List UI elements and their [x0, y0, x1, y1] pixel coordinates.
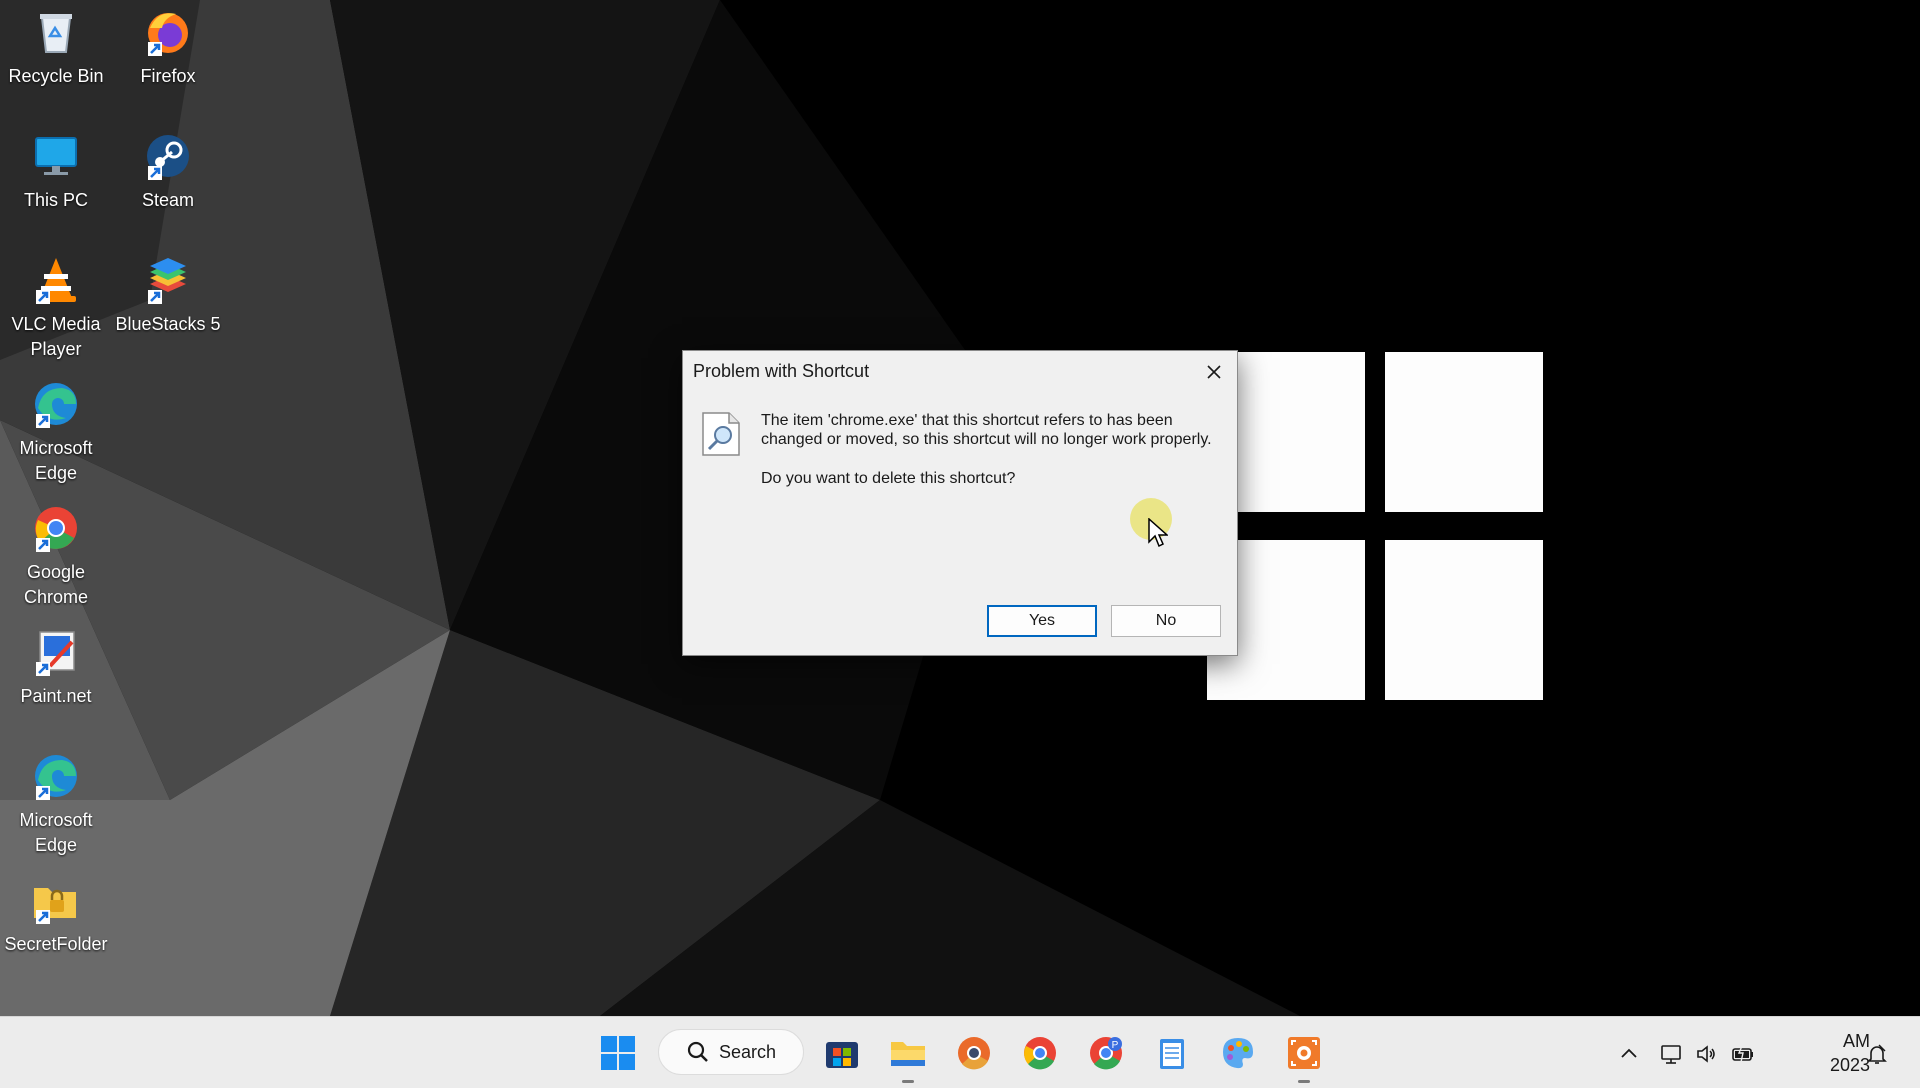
chrome-icon [1024, 1037, 1056, 1070]
clock-time: AM [1843, 1031, 1870, 1051]
microsoft-store-icon [826, 1042, 858, 1068]
desktop-icon-label: This PC [23, 190, 88, 210]
desktop-icon-label: Firefox [140, 66, 196, 86]
bluestacks-icon [148, 258, 186, 304]
volume-icon [1697, 1045, 1715, 1063]
desktop-icon-firefox[interactable]: Firefox [112, 6, 224, 89]
desktop-icon-recycle-bin[interactable]: Recycle Bin [0, 6, 112, 89]
battery-icon [1732, 1045, 1753, 1063]
no-button[interactable]: No [1111, 605, 1221, 637]
notification-center-button[interactable] [1864, 1041, 1890, 1067]
desktop-icon-label: SecretFolder [4, 934, 108, 954]
secretfolder-icon [34, 888, 76, 924]
search-label: Search [719, 1041, 777, 1062]
dialog-question: Do you want to delete this shortcut? [761, 470, 1016, 487]
this-pc-icon [35, 137, 77, 175]
search-icon [687, 1041, 708, 1062]
file-search-icon [702, 412, 740, 456]
edge-icon [35, 383, 77, 428]
clock-year: 2023 [1829, 1055, 1870, 1075]
chrome-profile-icon: P [1090, 1037, 1122, 1070]
recorder-icon [1288, 1037, 1320, 1069]
running-indicator [1298, 1080, 1310, 1083]
chevron-up-icon [1621, 1048, 1637, 1058]
taskbar-recorder[interactable] [1284, 1033, 1324, 1083]
desktop-icon-chrome[interactable]: Google Chrome [0, 502, 112, 610]
recycle-bin-icon [40, 14, 72, 53]
desktop-icon-label: BlueStacks 5 [115, 314, 221, 334]
network-icon [1661, 1045, 1681, 1064]
dialog-close-button[interactable] [1199, 357, 1229, 387]
desktop-icon-label: Google Chrome [23, 562, 89, 607]
mouse-cursor-icon [1148, 518, 1168, 548]
desktop-icon-edge-2[interactable]: Microsoft Edge [0, 750, 112, 858]
notepad-icon [1160, 1039, 1184, 1069]
vlc-icon [36, 258, 76, 304]
yes-button[interactable]: Yes [987, 605, 1097, 637]
running-indicator [902, 1080, 914, 1083]
file-explorer-icon [891, 1042, 925, 1066]
paintnet-icon [36, 631, 75, 676]
desktop-icon-label: Recycle Bin [8, 66, 104, 86]
desktop-icon-paintnet[interactable]: Paint.net [0, 626, 112, 709]
desktop-icon-edge-1[interactable]: Microsoft Edge [0, 378, 112, 486]
start-button[interactable] [598, 1033, 638, 1073]
close-icon [1207, 365, 1221, 379]
start-icon [601, 1036, 635, 1070]
firefox-icon [148, 13, 188, 56]
dialog-title: Problem with Shortcut [693, 361, 870, 381]
desktop-icon-steam[interactable]: Steam [112, 130, 224, 213]
chrome-icon [35, 507, 77, 552]
desktop-icon-label: Microsoft Edge [19, 810, 93, 855]
notification-bell-icon [1867, 1044, 1887, 1064]
taskbar-search[interactable]: Search [658, 1029, 804, 1075]
desktop-icon-secretfolder[interactable]: SecretFolder [0, 874, 112, 957]
desktop-icon-label: Steam [141, 190, 195, 210]
taskbar-chrome-profile[interactable]: P [1086, 1033, 1126, 1073]
tray-battery[interactable] [1730, 1041, 1756, 1067]
tray-network[interactable] [1658, 1041, 1684, 1067]
desktop-icon-label: Paint.net [20, 686, 92, 706]
tray-show-hidden[interactable] [1616, 1041, 1642, 1067]
desktop-icon-label: VLC Media Player [11, 314, 101, 359]
taskbar-paint[interactable] [1218, 1033, 1258, 1073]
taskbar-clock[interactable]: AM 2023 [1808, 1029, 1870, 1077]
taskbar-microsoft-store[interactable] [822, 1033, 862, 1073]
tray-volume[interactable] [1694, 1041, 1720, 1067]
desktop-icon-this-pc[interactable]: This PC [0, 130, 112, 213]
desktop-icon-bluestacks[interactable]: BlueStacks 5 [112, 254, 224, 337]
steam-icon [147, 135, 189, 180]
desktop-icon-label: Microsoft Edge [19, 438, 93, 483]
chrome-canary-icon [958, 1037, 990, 1070]
taskbar-chrome[interactable] [1020, 1033, 1060, 1073]
taskbar: Search P AM 2023 [0, 1016, 1920, 1088]
desktop-icon-vlc[interactable]: VLC Media Player [0, 254, 112, 362]
taskbar-notepad[interactable] [1152, 1033, 1192, 1073]
edge-icon [35, 755, 77, 800]
taskbar-chrome-canary[interactable] [954, 1033, 994, 1073]
dialog-message: The item 'chrome.exe' that this shortcut… [761, 412, 1212, 448]
paint-icon [1223, 1038, 1253, 1069]
taskbar-file-explorer[interactable] [888, 1033, 928, 1083]
svg-text:P: P [1112, 1040, 1119, 1051]
